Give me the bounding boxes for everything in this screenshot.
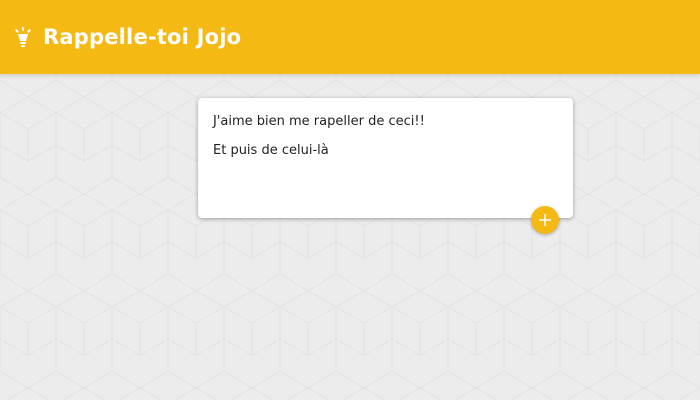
- app-header: Rappelle-toi Jojo: [0, 0, 700, 74]
- note-line-1[interactable]: J'aime bien me rapeller de ceci!!: [213, 114, 558, 143]
- plus-icon: [539, 214, 551, 226]
- lightbulb-icon: [15, 27, 31, 47]
- note-card[interactable]: J'aime bien me rapeller de ceci!! Et pui…: [198, 98, 573, 218]
- add-note-button[interactable]: [531, 206, 559, 234]
- note-line-2[interactable]: Et puis de celui-là: [213, 143, 558, 172]
- app-title: Rappelle-toi Jojo: [43, 25, 242, 49]
